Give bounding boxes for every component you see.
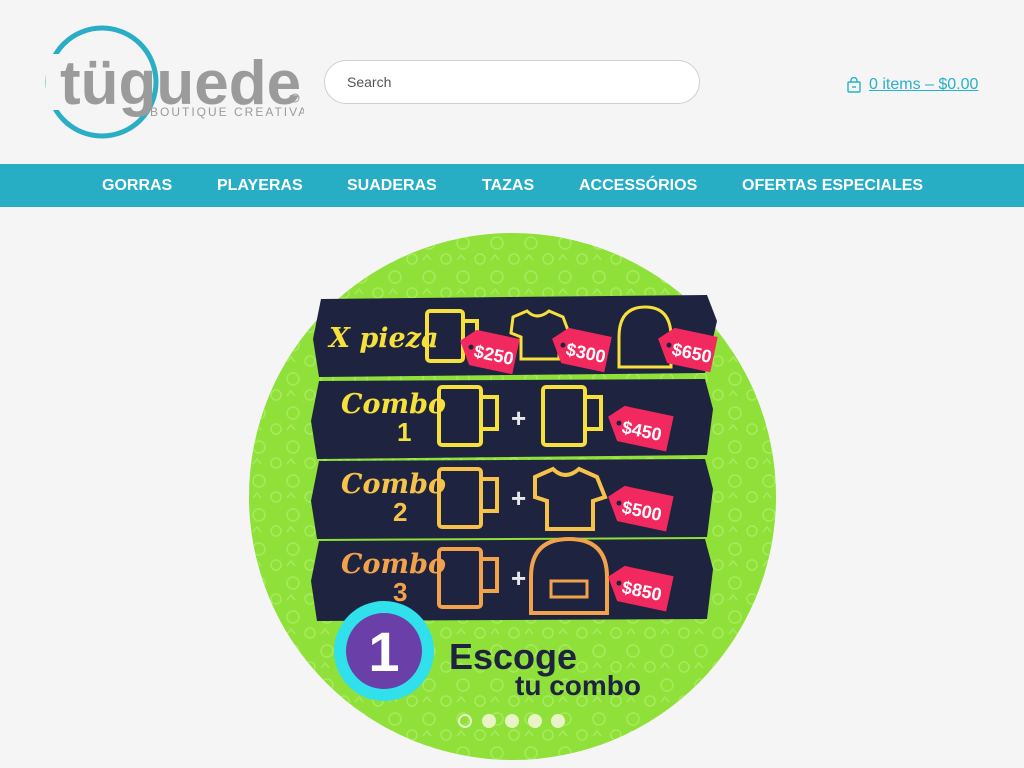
logo-tagline: BOUTIQUE CREATIVA xyxy=(150,105,304,119)
hero-subheadline: tu combo xyxy=(515,670,641,701)
hero-slide-image[interactable]: X pieza $250 $300 $650 Combo 1 + $450 Co… xyxy=(249,233,776,760)
svg-text:+: + xyxy=(511,483,526,513)
slider-dot[interactable] xyxy=(482,714,496,728)
price-row-x-pieza: X pieza $250 $300 $650 xyxy=(313,295,718,377)
cart-summary: 0 items – $0.00 xyxy=(869,76,979,93)
combo-number: 2 xyxy=(393,497,407,527)
row-label: Combo xyxy=(341,469,446,500)
shopping-bag-icon xyxy=(846,76,862,93)
row-label: Combo xyxy=(341,549,446,580)
main-nav: GORRAS PLAYERAS SUADERAS TAZAS ACCESSÓRI… xyxy=(0,164,1024,207)
step-badge: 1 xyxy=(334,601,434,701)
svg-text:+: + xyxy=(511,563,526,593)
search-input[interactable] xyxy=(324,60,700,104)
nav-item-tazas[interactable]: TAZAS xyxy=(482,164,534,207)
site-logo[interactable]: tügueder BOUTIQUE CREATIVA xyxy=(44,24,304,140)
row-label: Combo xyxy=(341,389,446,420)
slider-pagination xyxy=(458,714,570,730)
nav-item-playeras[interactable]: PLAYERAS xyxy=(217,164,303,207)
nav-item-gorras[interactable]: GORRAS xyxy=(102,164,172,207)
nav-item-accessorios[interactable]: ACCESSÓRIOS xyxy=(579,164,697,207)
price-row-combo-2: Combo 2 + $500 xyxy=(311,459,713,539)
combo-number: 1 xyxy=(397,417,411,447)
slider-dot[interactable] xyxy=(458,714,472,728)
svg-text:+: + xyxy=(511,403,526,433)
price-row-combo-1: Combo 1 + $450 xyxy=(311,379,713,459)
cart-link[interactable]: 0 items – $0.00 xyxy=(846,76,978,94)
slider-dot[interactable] xyxy=(528,714,542,728)
site-header: tügueder BOUTIQUE CREATIVA 0 items – $0.… xyxy=(0,0,1024,164)
nav-item-ofertas-especiales[interactable]: OFERTAS ESPECIALES xyxy=(742,164,923,207)
step-number: 1 xyxy=(368,620,399,683)
nav-item-suaderas[interactable]: SUADERAS xyxy=(347,164,437,207)
row-label: X pieza xyxy=(327,323,439,354)
slider-dot[interactable] xyxy=(551,714,565,728)
slider-dot[interactable] xyxy=(505,714,519,728)
